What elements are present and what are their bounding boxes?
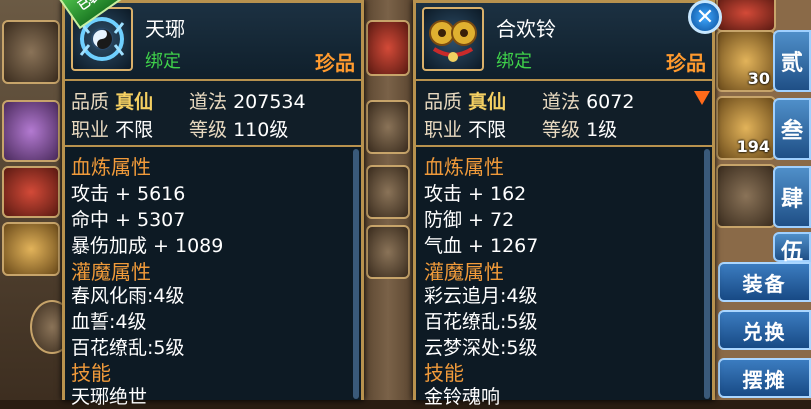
refine-stat: 攻击 + 162 — [424, 183, 527, 205]
level-value: 1级 — [586, 119, 618, 141]
tab-label: 贰 — [780, 51, 803, 76]
stack-count: 194 — [736, 137, 770, 156]
inventory-slot[interactable]: 194 — [716, 96, 776, 160]
item-name: 天琊 — [145, 17, 185, 41]
tab-page-4[interactable]: 肆 — [773, 166, 811, 228]
left-inventory-strip — [0, 0, 74, 400]
exchange-button[interactable]: 兑换 — [718, 310, 811, 350]
tab-page-3[interactable]: 叁 — [773, 98, 811, 160]
tooltip-header: 天琊 绑定 珍品 — [65, 3, 361, 81]
inventory-slot[interactable] — [366, 225, 410, 279]
skill-name: 天琊绝世 — [71, 386, 148, 408]
tab-page-2[interactable]: 贰 — [773, 30, 811, 92]
item-name: 合欢铃 — [496, 17, 556, 41]
stack-count: 30 — [747, 69, 770, 88]
close-button[interactable]: ✕ — [688, 0, 722, 34]
stall-button[interactable]: 摆摊 — [718, 358, 811, 398]
tooltip-scrollbar[interactable] — [353, 149, 359, 399]
refine-stat: 防御 + 72 — [424, 209, 515, 231]
bind-status: 绑定 — [145, 51, 181, 72]
class-label: 职业 — [71, 119, 110, 141]
refine-stat: 暴伤加成 + 1089 — [71, 235, 224, 257]
magic-stat: 百花缭乱:5级 — [71, 337, 185, 359]
magic-stat: 春风化雨:4级 — [71, 285, 185, 307]
power-value: 6072 — [586, 91, 635, 113]
equip-button[interactable]: 装备 — [718, 262, 811, 302]
inventory-slot[interactable] — [366, 100, 410, 154]
item-info: 品质 真仙 道法 6072 职业 不限 等级 1级 — [416, 81, 712, 147]
refine-section-title: 血炼属性 — [424, 155, 504, 179]
equipped-item-tooltip: 天琊 绑定 珍品 品质 真仙 道法 207534 职业 不限 等级 110级 血… — [62, 0, 364, 408]
skill-name: 金铃魂响 — [424, 386, 501, 408]
tooltip-header: 合欢铃 绑定 珍品 — [416, 3, 712, 81]
magic-stat: 云梦深处:5级 — [424, 337, 538, 359]
rarity-label: 珍品 — [315, 51, 355, 75]
quality-label: 品质 — [424, 91, 463, 113]
quality-label: 品质 — [71, 91, 110, 113]
button-label: 摆摊 — [742, 367, 787, 392]
inventory-slot[interactable] — [716, 164, 776, 228]
magic-stat: 彩云追月:4级 — [424, 285, 538, 307]
bell-item-icon — [422, 7, 484, 71]
power-value: 207534 — [233, 91, 306, 113]
level-value: 110级 — [233, 119, 289, 141]
refine-section-title: 血炼属性 — [71, 155, 151, 179]
inventory-slot[interactable] — [2, 222, 60, 276]
tab-label: 叁 — [780, 119, 803, 144]
inventory-slot[interactable]: 30 — [716, 30, 776, 92]
level-label: 等级 — [189, 119, 228, 141]
refine-stat: 攻击 + 5616 — [71, 183, 186, 205]
quality-value: 真仙 — [115, 91, 154, 113]
tab-page-5[interactable]: 伍 — [773, 232, 811, 265]
power-label: 道法 — [542, 91, 581, 113]
refine-stat: 气血 + 1267 — [424, 235, 539, 257]
compare-item-tooltip: 合欢铃 绑定 珍品 品质 真仙 道法 6072 职业 不限 等级 1级 血炼属性… — [413, 0, 715, 408]
power-label: 道法 — [189, 91, 228, 113]
inventory-slot[interactable] — [366, 165, 410, 219]
level-label: 等级 — [542, 119, 581, 141]
class-label: 职业 — [424, 119, 463, 141]
inventory-slot[interactable] — [2, 100, 60, 162]
class-value: 不限 — [468, 119, 507, 141]
item-info: 品质 真仙 道法 207534 职业 不限 等级 110级 — [65, 81, 361, 147]
middle-inventory-strip — [362, 0, 414, 400]
magic-stat: 血誓:4级 — [71, 311, 147, 333]
class-value: 不限 — [115, 119, 154, 141]
inventory-slot[interactable] — [2, 20, 60, 84]
tooltip-scrollbar[interactable] — [704, 149, 710, 399]
quality-value: 真仙 — [468, 91, 507, 113]
inventory-slot[interactable] — [366, 20, 410, 76]
button-label: 兑换 — [742, 319, 787, 344]
power-down-arrow-icon — [694, 91, 710, 105]
refine-stat: 命中 + 5307 — [71, 209, 186, 231]
close-icon: ✕ — [695, 4, 715, 30]
magic-stat: 百花缭乱:5级 — [424, 311, 538, 333]
inventory-slot[interactable] — [716, 0, 776, 32]
rarity-label: 珍品 — [666, 51, 706, 75]
tab-label: 肆 — [780, 187, 803, 212]
bind-status: 绑定 — [496, 51, 532, 72]
inventory-slot[interactable] — [2, 166, 60, 218]
button-label: 装备 — [742, 271, 787, 296]
